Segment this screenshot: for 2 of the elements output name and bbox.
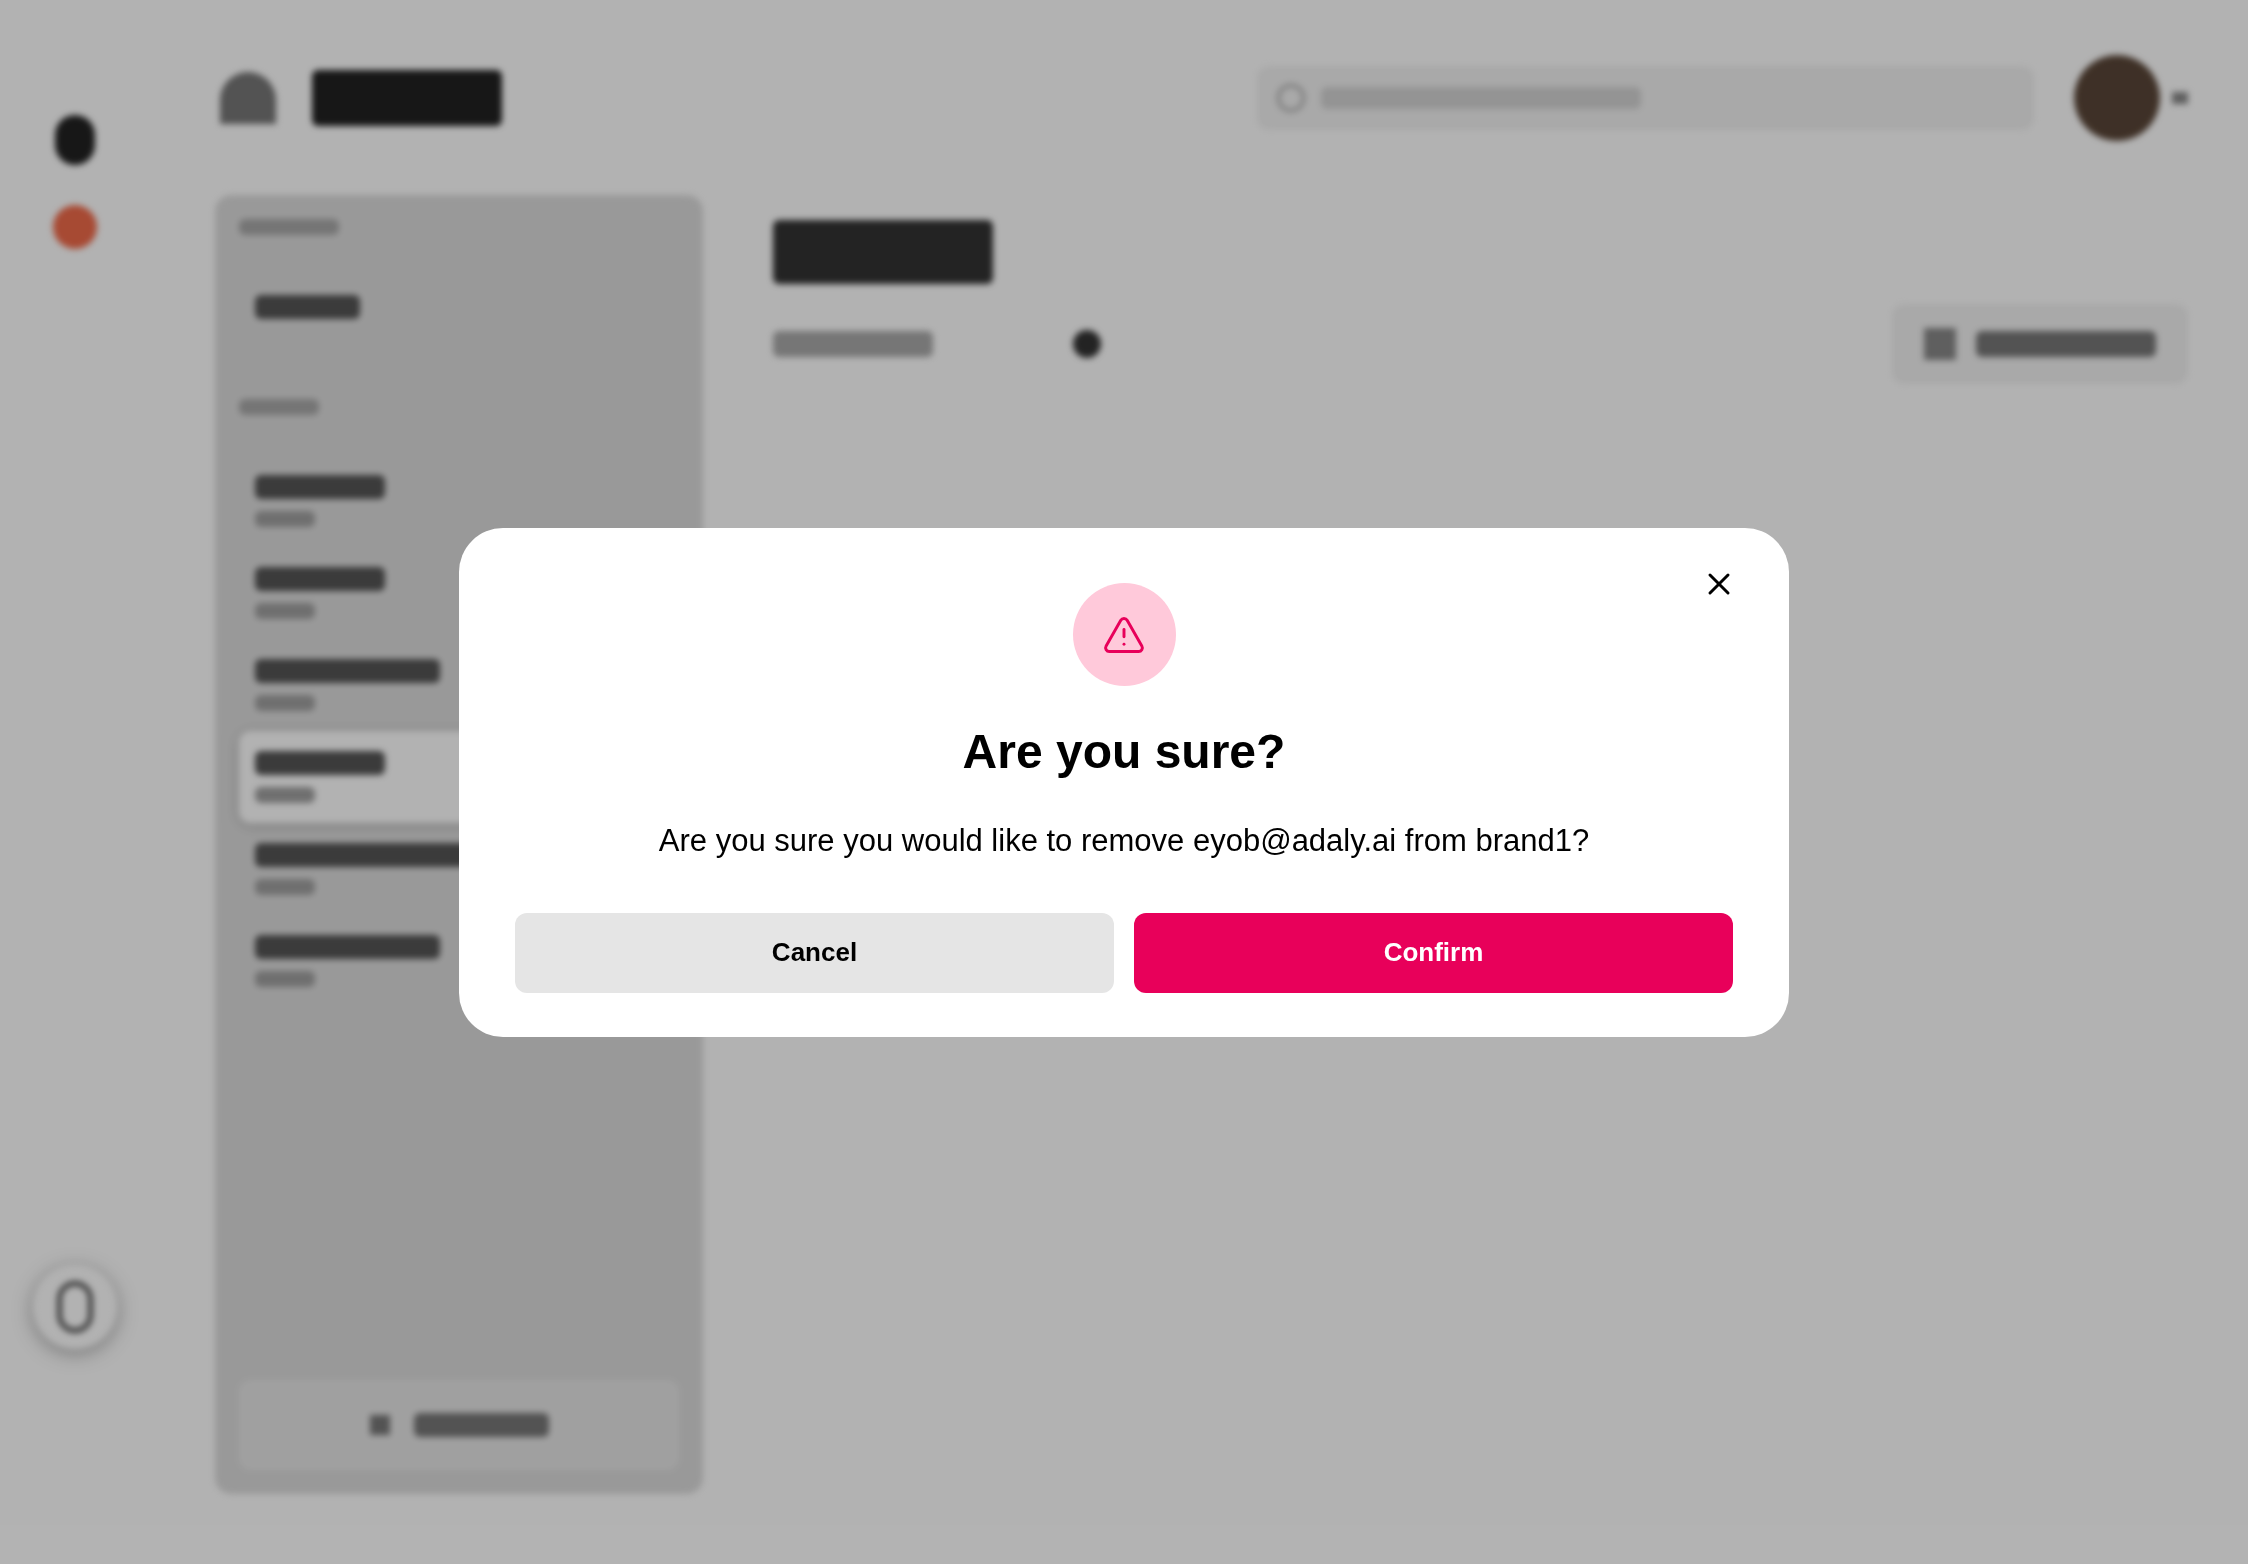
dialog-message: Are you sure you would like to remove eyob@adaly.ai from brand1? [658,822,1590,860]
dialog-title: Are you sure? [962,724,1286,780]
